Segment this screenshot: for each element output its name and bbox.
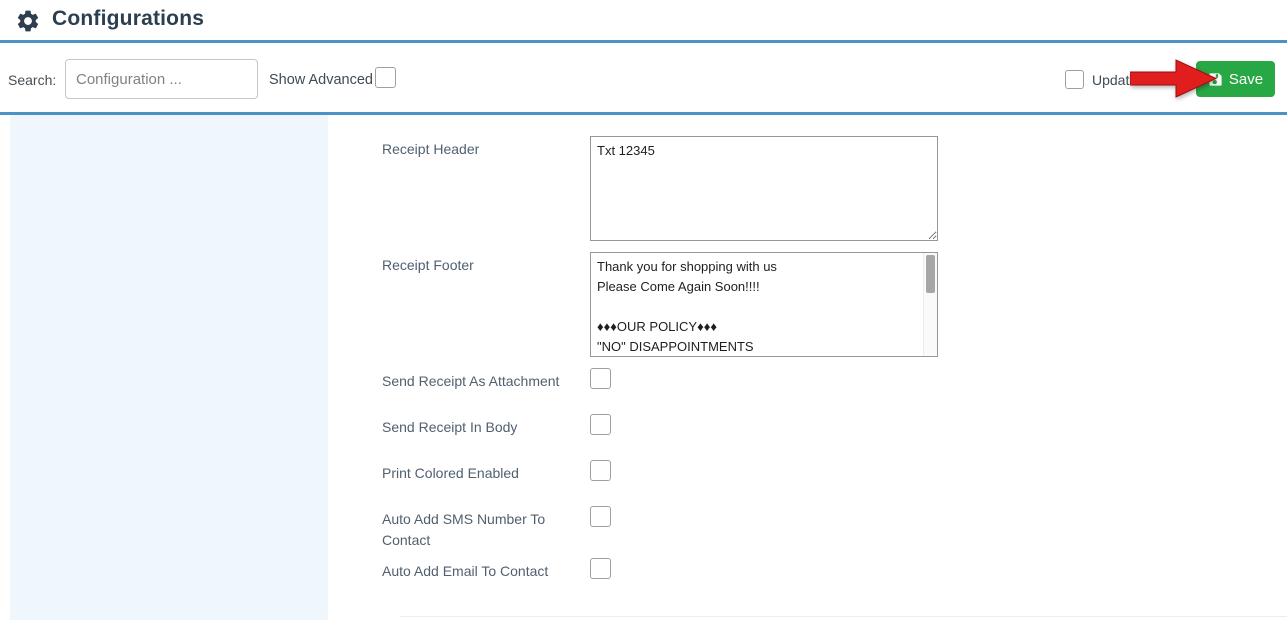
- scrollbar-thumb[interactable]: [926, 255, 935, 293]
- page-title: Configurations: [52, 7, 204, 31]
- auto-add-sms-number-label: Auto Add SMS Number To Contact: [382, 509, 582, 551]
- sidebar-panel: [10, 115, 328, 620]
- send-receipt-in-body-checkbox[interactable]: [590, 414, 611, 435]
- receipt-header-label: Receipt Header: [382, 139, 479, 160]
- search-label: Search:: [8, 72, 56, 88]
- auto-add-sms-number-checkbox[interactable]: [590, 506, 611, 527]
- receipt-header-textarea[interactable]: Txt 12345: [590, 136, 938, 241]
- send-receipt-as-attachment-checkbox[interactable]: [590, 368, 611, 389]
- header-divider: [0, 40, 1287, 43]
- receipt-footer-scrollbar[interactable]: [923, 253, 937, 356]
- print-colored-enabled-label: Print Colored Enabled: [382, 463, 582, 484]
- send-receipt-in-body-label: Send Receipt In Body: [382, 417, 582, 438]
- receipt-footer-field: Thank you for shopping with us Please Co…: [590, 252, 938, 357]
- show-advanced-label: Show Advanced: [269, 72, 373, 88]
- gear-icon: [15, 8, 41, 34]
- section-divider: [400, 616, 1287, 617]
- receipt-footer-label: Receipt Footer: [382, 255, 474, 276]
- send-receipt-as-attachment-label: Send Receipt As Attachment: [382, 371, 582, 392]
- save-button-label: Save: [1229, 71, 1263, 88]
- print-colored-enabled-checkbox[interactable]: [590, 460, 611, 481]
- auto-add-email-checkbox[interactable]: [590, 558, 611, 579]
- show-advanced-checkbox[interactable]: [375, 67, 396, 88]
- configurations-page: Configurations Search: Show Advanced Upd…: [0, 0, 1287, 620]
- red-arrow-annotation: [1130, 57, 1218, 100]
- auto-add-email-label: Auto Add Email To Contact: [382, 561, 582, 582]
- receipt-footer-textarea[interactable]: Thank you for shopping with us Please Co…: [590, 252, 938, 357]
- update-for-all-checkbox[interactable]: [1065, 70, 1084, 89]
- search-input[interactable]: [65, 59, 258, 99]
